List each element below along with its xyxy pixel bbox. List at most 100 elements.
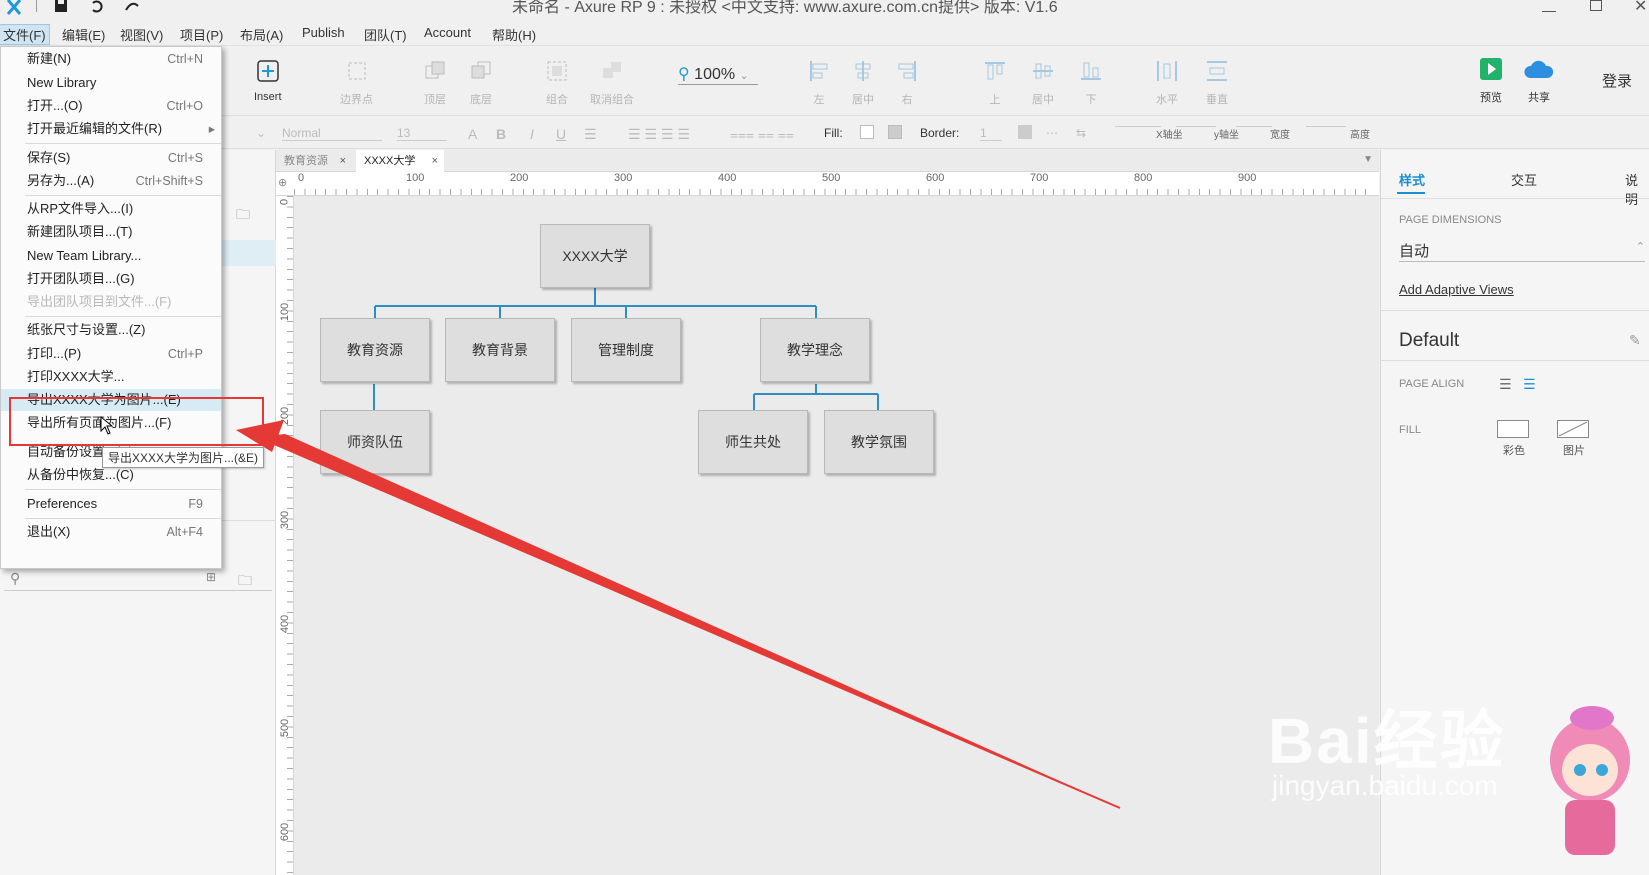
menu-item-save[interactable]: 保存(S) Ctrl+S xyxy=(1,147,221,169)
menu-item-exit[interactable]: 退出(X) Alt+F4 xyxy=(1,521,221,543)
menu-edit[interactable]: 编辑(E) xyxy=(62,25,105,44)
menu-item-label: New Team Library... xyxy=(27,248,142,263)
menu-item-new-team-project[interactable]: 新建团队项目...(T) xyxy=(1,221,221,243)
node-root[interactable]: XXXX大学 xyxy=(540,224,650,288)
insert-button[interactable]: Insert xyxy=(254,60,282,103)
menu-item-print-page[interactable]: 打印XXXX大学... xyxy=(1,366,221,386)
save-icon[interactable] xyxy=(54,0,68,12)
group-button[interactable]: 组合 xyxy=(546,60,568,107)
x-input[interactable] xyxy=(1115,126,1161,127)
zoom-control[interactable]: ⚲ 100% ⌄ xyxy=(678,64,758,85)
page-selected-row[interactable] xyxy=(222,240,276,266)
style-dropdown[interactable]: Normal xyxy=(282,126,382,141)
align-left-icon[interactable]: ☰ xyxy=(1499,376,1512,393)
redo-icon[interactable] xyxy=(124,0,140,12)
align-top-button[interactable]: 上 xyxy=(984,60,1006,107)
fill-color-swatch[interactable] xyxy=(860,125,874,139)
menu-item-new-library[interactable]: New Library xyxy=(1,72,221,94)
undo-icon[interactable] xyxy=(90,0,104,13)
menu-item-new[interactable]: 新建(N) Ctrl+N xyxy=(1,48,221,70)
menu-item-preferences[interactable]: Preferences F9 xyxy=(1,493,221,515)
default-style-label: Default xyxy=(1399,330,1460,351)
node-child[interactable]: 师生共处 xyxy=(698,410,808,474)
node-level1[interactable]: 教学理念 xyxy=(760,318,870,382)
node-level1[interactable]: 教育背景 xyxy=(445,318,555,382)
ungroup-button[interactable]: 取消组合 xyxy=(590,60,634,107)
search-icon[interactable]: ⚲ xyxy=(10,570,20,587)
border-color-swatch[interactable] xyxy=(1018,125,1032,139)
node-child[interactable]: 师资队伍 xyxy=(320,410,430,474)
tab-notes[interactable]: 说明 xyxy=(1625,170,1649,208)
y-input[interactable] xyxy=(1176,126,1216,127)
menu-item-print[interactable]: 打印...(P) Ctrl+P xyxy=(1,343,221,365)
border-arrow-icon[interactable]: ⇆ xyxy=(1076,126,1086,140)
menu-publish[interactable]: Publish xyxy=(302,25,345,40)
menu-item-open[interactable]: 打开...(O) Ctrl+O xyxy=(1,95,221,117)
add-adaptive-views-link[interactable]: Add Adaptive Views xyxy=(1399,282,1514,297)
align-bottom-button[interactable]: 下 xyxy=(1080,60,1102,107)
login-button[interactable]: 登录 xyxy=(1602,70,1632,91)
boundary-button[interactable]: 边界点 xyxy=(340,60,373,107)
maximize-button[interactable] xyxy=(1590,0,1602,11)
fill-image-icon[interactable] xyxy=(1557,420,1589,438)
edit-icon[interactable]: ✎ xyxy=(1629,332,1641,349)
distribute-h-button[interactable]: 水平 xyxy=(1156,60,1178,107)
share-button[interactable]: 共享 xyxy=(1524,58,1554,105)
width-input[interactable] xyxy=(1236,126,1272,127)
tab-university[interactable]: XXXX大学 × xyxy=(356,150,444,172)
fill-shadow-swatch[interactable] xyxy=(888,125,902,139)
align-middle-button[interactable]: 居中 xyxy=(1032,60,1054,107)
node-child[interactable]: 教学氛围 xyxy=(824,410,934,474)
spacing-icons[interactable]: ⩶ ⩵ ⩵ xyxy=(730,126,794,143)
menu-item-new-team-library[interactable]: New Team Library... xyxy=(1,245,221,267)
list-icon[interactable]: ☰ xyxy=(584,126,597,143)
node-level1[interactable]: 管理制度 xyxy=(571,318,681,382)
minimize-button[interactable] xyxy=(1542,0,1556,12)
folder-icon[interactable]: 🗀 xyxy=(236,204,250,228)
bottom-layer-button[interactable]: 底层 xyxy=(470,60,492,107)
text-align-icons[interactable]: ☰ ☰ ☰ ☰ xyxy=(628,126,690,143)
page-dimensions-select[interactable]: 自动 ⌃ xyxy=(1399,240,1645,262)
font-color-icon[interactable]: A xyxy=(468,126,477,142)
align-left-button[interactable]: 左 xyxy=(808,60,830,107)
design-canvas[interactable]: XXXX大学 教育资源 教育背景 管理制度 教学理念 师资队伍 师生共处 教学氛… xyxy=(294,196,1379,875)
menu-item-save-as[interactable]: 另存为...(A) Ctrl+Shift+S xyxy=(1,170,221,192)
menu-item-shortcut: Ctrl+Shift+S xyxy=(135,174,203,188)
border-style-icon[interactable]: ⋯ xyxy=(1046,126,1058,140)
distribute-v-button[interactable]: 垂直 xyxy=(1206,60,1228,107)
tab-education-resources[interactable]: 教育资源 × xyxy=(276,150,352,172)
bold-icon[interactable]: B xyxy=(496,126,506,142)
menu-item-import-rp[interactable]: 从RP文件导入...(I) xyxy=(1,198,221,220)
menu-item-open-team-project[interactable]: 打开团队项目...(G) xyxy=(1,268,221,290)
title-divider xyxy=(36,0,37,12)
close-icon[interactable]: × xyxy=(340,150,346,172)
menu-item-page-setup[interactable]: 纸张尺寸与设置...(Z) xyxy=(1,319,221,341)
top-layer-button[interactable]: 顶层 xyxy=(424,60,446,107)
align-right-button[interactable]: 右 xyxy=(896,60,918,107)
close-icon[interactable]: × xyxy=(432,150,438,172)
menu-help[interactable]: 帮助(H) xyxy=(492,25,536,44)
fill-color-icon[interactable] xyxy=(1497,420,1529,438)
height-input[interactable] xyxy=(1306,126,1346,127)
border-width-input[interactable]: 1 xyxy=(980,126,1002,141)
preview-button[interactable]: 预览 xyxy=(1480,58,1502,105)
font-size-dropdown[interactable]: 13 xyxy=(397,126,447,141)
menu-team[interactable]: 团队(T) xyxy=(364,25,407,44)
tab-interactions[interactable]: 交互 xyxy=(1511,170,1537,189)
menu-account[interactable]: Account xyxy=(424,25,471,40)
italic-icon[interactable]: I xyxy=(530,126,534,142)
tabs-dropdown-icon[interactable]: ▼ xyxy=(1363,154,1373,165)
menu-file[interactable]: 文件(F) xyxy=(0,24,50,45)
align-center-icon[interactable]: ☰ xyxy=(1523,376,1536,393)
node-level1[interactable]: 教育资源 xyxy=(320,318,430,382)
underline-icon[interactable]: U xyxy=(556,126,566,142)
style-dropdown-caret[interactable]: ⌄ xyxy=(256,126,266,140)
menu-project[interactable]: 项目(P) xyxy=(180,25,223,44)
menu-item-open-recent[interactable]: 打开最近编辑的文件(R) ▸ xyxy=(1,118,221,140)
add-master-icon[interactable]: ⊞ xyxy=(206,570,216,584)
menu-view[interactable]: 视图(V) xyxy=(120,25,163,44)
align-center-button[interactable]: 居中 xyxy=(852,60,874,107)
menu-layout[interactable]: 布局(A) xyxy=(240,25,283,44)
close-button[interactable]: ✕ xyxy=(1634,0,1647,16)
tab-style[interactable]: 样式 xyxy=(1399,170,1425,189)
